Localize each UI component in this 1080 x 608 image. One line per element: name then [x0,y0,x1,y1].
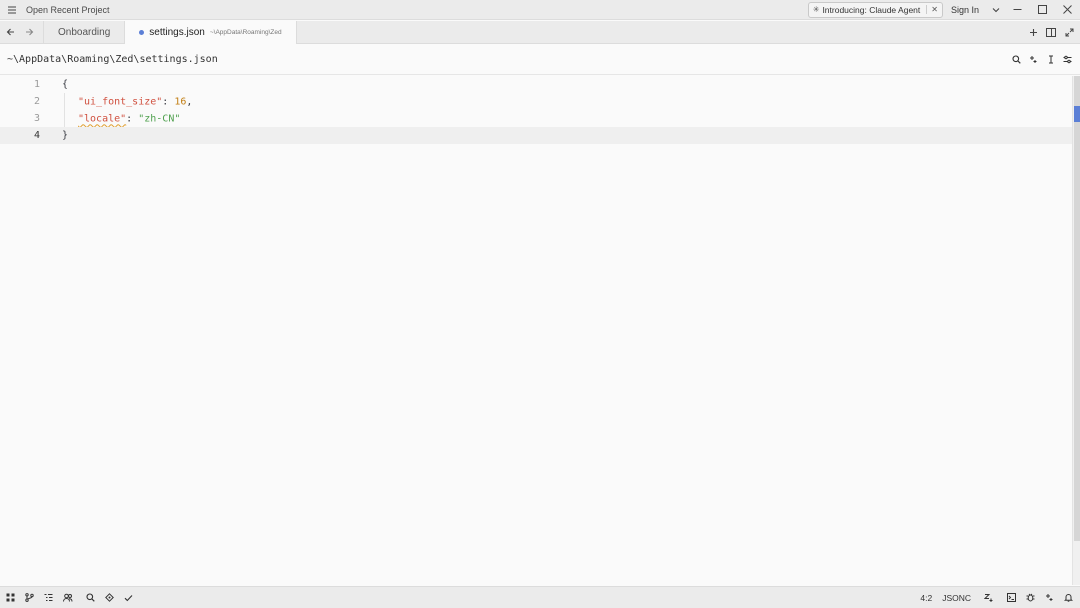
maximize-icon [1038,5,1047,14]
line-number: 2 [33,96,40,107]
open-recent-project[interactable]: Open Recent Project [26,5,110,15]
user-menu-button[interactable] [987,0,1005,20]
maximize-button[interactable] [1030,0,1055,20]
buffer-search-button[interactable] [1008,55,1025,64]
editor-settings-button[interactable] [1059,55,1076,64]
project-search-button[interactable] [81,587,100,608]
toggle-left-dock-button[interactable] [1,587,20,608]
inline-assist-button[interactable] [1025,55,1042,64]
zoom-pane-button[interactable] [1060,21,1078,43]
editor-line[interactable]: 1 { [0,76,1072,93]
terminal-icon [1007,593,1016,602]
line-code: "ui_font_size": 16, [62,93,192,110]
search-icon [1012,55,1021,64]
editor-line[interactable]: 2 "ui_font_size": 16, [0,93,1072,110]
status-bar: 4:2 JSONC [0,586,1080,608]
minimize-button[interactable] [1005,0,1030,20]
close-brace: } [62,130,69,141]
line-code: { [62,79,68,90]
debug-panel-button[interactable] [1021,587,1040,608]
json-key-warning: "locale" [78,113,127,125]
title-bar: Open Recent Project ✳ Introducing: Claud… [0,0,1080,20]
menu-icon [8,5,16,14]
close-announcement-button[interactable]: ✕ [926,5,938,14]
git-panel-button[interactable] [20,587,39,608]
editor-scrollbar[interactable] [1072,76,1080,585]
breadcrumb-bar: ~\AppData\Roaming\Zed\settings.json [0,45,1080,75]
editor-line-current[interactable]: 4 } [0,127,1072,144]
sparkle-icon: ✳ [812,5,820,14]
git-branch-icon [25,593,34,602]
split-pane-button[interactable] [1042,21,1060,43]
breadcrumb[interactable]: ~\AppData\Roaming\Zed\settings.json [7,54,218,65]
code-editor[interactable]: 1 { 2 "ui_font_size": 16, 3 "locale": "z… [0,76,1072,585]
search-icon [86,593,95,602]
check-icon [124,594,133,601]
editor-line[interactable]: 3 "locale": "zh-CN" [0,110,1072,127]
cursor-selection-button[interactable] [1042,55,1059,64]
scroll-thumb[interactable] [1074,76,1080,541]
modified-indicator [139,30,145,35]
application-menu-button[interactable] [0,0,24,20]
line-number: 1 [33,79,40,90]
ai-icon [1046,594,1053,601]
json-string-value: "zh-CN" [138,113,181,125]
expand-icon [1065,28,1073,36]
sliders-icon [1063,55,1072,64]
diagnostics-icon [105,593,114,602]
panels-icon [6,593,15,602]
close-window-button[interactable] [1055,0,1080,20]
cursor-scroll-marker [1074,106,1080,122]
vim-icon [984,594,993,602]
announcement-banner[interactable]: ✳ Introducing: Claude Agent ✕ [807,1,943,18]
line-code: "locale": "zh-CN" [62,110,180,127]
indent-guide [64,93,78,110]
chevron-down-icon [992,7,1000,12]
indent-guide [64,110,78,127]
minimize-icon [1013,9,1022,10]
diagnostics-button[interactable] [100,587,119,608]
json-key: "ui_font_size" [78,96,163,108]
new-tab-button[interactable] [1024,21,1042,43]
line-number: 4 [33,130,40,141]
tab-label: Onboarding [58,26,111,38]
json-number-value: 16 [174,96,187,108]
vim-mode-button[interactable] [979,587,998,608]
cursor-icon [1048,55,1053,64]
bell-icon [1064,594,1073,602]
notifications-button[interactable] [1059,587,1078,608]
collab-panel-button[interactable] [58,587,77,608]
split-icon [1046,27,1056,37]
plus-icon [1029,28,1037,36]
debug-icon [1026,593,1035,602]
cursor-position[interactable]: 4:2 [920,593,932,603]
tab-bar: Onboarding settings.json ~\AppData\Roami… [0,21,1080,44]
language-selector[interactable]: JSONC [942,593,971,603]
terminal-panel-button[interactable] [1002,587,1021,608]
open-brace: { [62,79,69,90]
announcement-text: Introducing: Claude Agent [822,4,921,15]
line-code: } [62,130,68,141]
outline-panel-button[interactable] [39,587,58,608]
tab-path: ~\AppData\Roaming\Zed [209,29,282,36]
tab-onboarding[interactable]: Onboarding [43,21,126,43]
arrow-right-icon [26,28,34,36]
collab-icon [62,593,72,602]
tab-settings-json[interactable]: settings.json ~\AppData\Roaming\Zed [125,21,297,44]
agent-panel-button[interactable] [1040,587,1059,608]
go-forward-button[interactable] [20,21,39,43]
no-problems-indicator[interactable] [119,587,138,608]
line-number: 3 [33,113,40,124]
close-icon [1063,5,1072,14]
go-back-button[interactable] [1,21,20,43]
tab-label: settings.json [149,27,205,38]
sparkle-icon [1030,56,1037,63]
outline-icon [44,594,53,601]
arrow-left-icon [6,28,14,36]
sign-in-button[interactable]: Sign In [951,5,979,15]
